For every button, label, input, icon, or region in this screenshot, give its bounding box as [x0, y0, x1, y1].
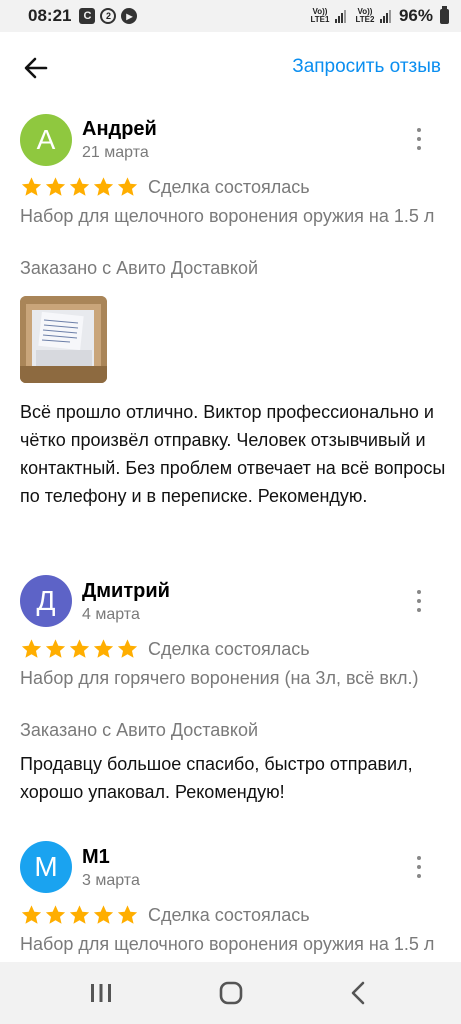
- review-photo[interactable]: [20, 296, 107, 383]
- review-date: 3 марта: [82, 872, 140, 889]
- deal-status: Сделка состоялась: [148, 638, 310, 659]
- sim1-lte-label: Vo)) LTE1: [310, 7, 330, 24]
- review-text: Всё прошло отлично. Виктор профессиональ…: [20, 402, 446, 506]
- product-title[interactable]: Набор для горячего воронения (на 3л, всё…: [20, 664, 440, 693]
- reviewer-name[interactable]: Андрей: [82, 118, 157, 141]
- star-icon: [21, 905, 42, 924]
- rating-row: Сделка состоялась: [20, 904, 310, 926]
- sim1-signal-icon: [334, 9, 346, 23]
- rating-row: Сделка состоялась: [20, 176, 310, 198]
- system-nav-bar: [0, 962, 461, 1024]
- delivery-note: Заказано с Авито Доставкой: [20, 258, 259, 278]
- star-icon: [21, 639, 42, 658]
- star-icon: [93, 905, 114, 924]
- star-icon: [21, 177, 42, 196]
- avatar[interactable]: Д: [20, 575, 72, 627]
- request-review-link[interactable]: Запросить отзыв: [292, 56, 441, 78]
- review-date: 4 марта: [82, 606, 140, 623]
- more-options-icon[interactable]: [415, 856, 423, 878]
- arrow-left-icon[interactable]: [22, 54, 50, 82]
- product-title[interactable]: Набор для щелочного воронения оружия на …: [20, 930, 440, 959]
- star-icon: [93, 639, 114, 658]
- notification-c-icon: C: [79, 8, 96, 24]
- star-icon: [117, 905, 138, 924]
- product-title[interactable]: Набор для щелочного воронения оружия на …: [20, 202, 440, 231]
- star-icon: [45, 639, 66, 658]
- review-date: 21 марта: [82, 144, 149, 161]
- star-icon: [69, 905, 90, 924]
- deal-status: Сделка состоялась: [148, 176, 310, 197]
- sim2-lte-label: Vo)) LTE2: [355, 7, 375, 24]
- notification-play-icon: ▶: [121, 8, 138, 24]
- recents-icon[interactable]: [86, 980, 116, 1006]
- battery-percent: 96%: [398, 6, 433, 25]
- header: Запросить отзыв: [0, 32, 461, 104]
- back-chevron-icon[interactable]: [344, 980, 374, 1006]
- avatar[interactable]: А: [20, 114, 72, 166]
- star-icon: [45, 905, 66, 924]
- status-bar: 08:21 C 2 ▶ Vo)) LTE1 Vo)) LTE2 96%: [0, 0, 461, 32]
- notification-2-icon: 2: [100, 8, 117, 24]
- deal-status: Сделка состоялась: [148, 904, 310, 925]
- more-options-icon[interactable]: [415, 590, 423, 612]
- package-photo-image: [20, 296, 107, 383]
- battery-icon: [440, 5, 449, 24]
- star-icon: [117, 177, 138, 196]
- delivery-note: Заказано с Авито Доставкой: [20, 720, 259, 740]
- reviewer-name[interactable]: М1: [82, 846, 110, 869]
- review-text: Продавцу большое спасибо, быстро отправи…: [20, 754, 413, 802]
- sim2-signal-icon: [379, 9, 391, 23]
- more-options-icon[interactable]: [415, 128, 423, 150]
- status-time: 08:21: [28, 6, 72, 25]
- avatar[interactable]: М: [20, 841, 72, 893]
- star-icon: [117, 639, 138, 658]
- star-icon: [69, 177, 90, 196]
- star-icon: [45, 177, 66, 196]
- star-icon: [93, 177, 114, 196]
- home-icon[interactable]: [216, 980, 246, 1006]
- star-icon: [69, 639, 90, 658]
- rating-row: Сделка состоялась: [20, 638, 310, 660]
- reviewer-name[interactable]: Дмитрий: [82, 580, 170, 603]
